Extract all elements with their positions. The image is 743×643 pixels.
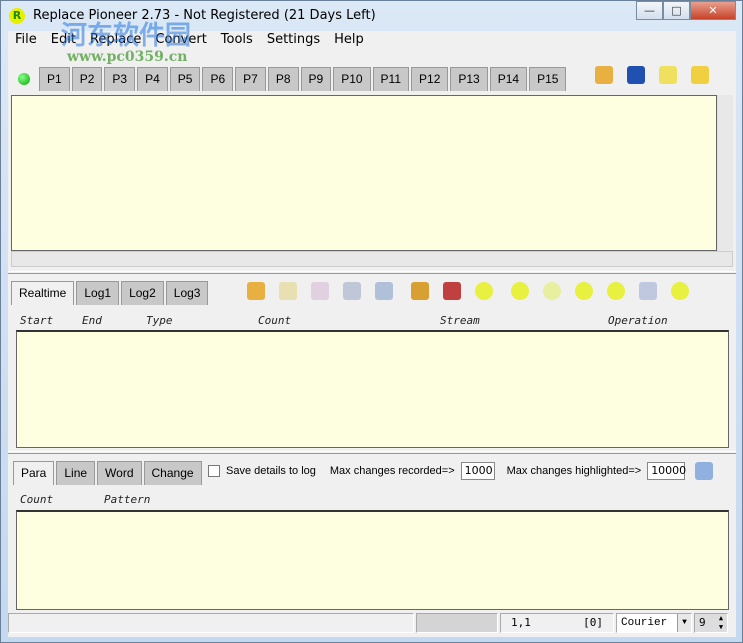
- editor-vertical-scrollbar[interactable]: [717, 95, 733, 251]
- max-highlighted-input[interactable]: 10000: [647, 462, 686, 480]
- minimize-button[interactable]: —: [636, 1, 663, 20]
- tab-change[interactable]: Change: [143, 461, 202, 485]
- col-stream: Stream: [440, 314, 480, 327]
- delete-log-icon[interactable]: [311, 282, 330, 300]
- editor-horizontal-scrollbar[interactable]: [11, 251, 733, 267]
- save-details-label: Save details to log: [226, 465, 316, 477]
- font-size-input[interactable]: 9: [699, 614, 706, 632]
- tab-p15[interactable]: P15: [529, 67, 567, 91]
- max-recorded-input[interactable]: 1000: [460, 462, 495, 480]
- open-log-icon[interactable]: [247, 282, 266, 300]
- tab-p2[interactable]: P2: [71, 67, 103, 91]
- close-button[interactable]: ✕: [690, 1, 736, 20]
- font-size-spinner-icon[interactable]: ▲ ▼: [715, 614, 727, 632]
- save-icon[interactable]: [627, 66, 646, 84]
- tab-log3[interactable]: Log3: [165, 281, 209, 305]
- tab-p11[interactable]: P11: [372, 67, 410, 91]
- menu-settings[interactable]: Settings: [260, 31, 327, 51]
- tab-p10[interactable]: P10: [333, 67, 371, 91]
- menu-bar: File Edit Replace Convert Tools Settings…: [8, 31, 736, 51]
- replace-disabled-icon[interactable]: [543, 282, 562, 300]
- app-icon: R: [9, 8, 25, 24]
- tab-p1[interactable]: P1: [39, 67, 70, 91]
- status-bar: 1,1 [0] Courier ▼ 9 ▲ ▼: [8, 613, 736, 635]
- tab-p5[interactable]: P5: [169, 67, 201, 91]
- status-progress: [416, 613, 498, 633]
- book-icon[interactable]: [443, 282, 462, 300]
- window-title: Replace Pioneer 2.73 - Not Registered (2…: [33, 8, 376, 23]
- app-window: R Replace Pioneer 2.73 - Not Registered …: [0, 0, 743, 643]
- replace-list-icon[interactable]: [575, 282, 594, 300]
- pattern-list[interactable]: [16, 510, 729, 610]
- change-count: [0]: [583, 616, 603, 629]
- col-pattern-count: Count: [20, 493, 54, 506]
- status-dot-icon: [18, 73, 30, 85]
- tab-para[interactable]: Para: [13, 461, 55, 485]
- menu-file[interactable]: File: [8, 31, 44, 51]
- cursor-position: 1,1: [511, 616, 531, 629]
- menu-replace[interactable]: Replace: [83, 31, 148, 51]
- open-folder-icon[interactable]: [595, 66, 614, 84]
- plugin-icon[interactable]: [411, 282, 430, 300]
- col-end: End: [82, 314, 102, 327]
- menu-convert[interactable]: Convert: [148, 31, 213, 51]
- copy-log-icon[interactable]: [343, 282, 362, 300]
- copy-icon[interactable]: [695, 462, 714, 480]
- tab-p6[interactable]: P6: [202, 67, 234, 91]
- max-highlighted-label: Max changes highlighted=>: [506, 465, 642, 477]
- find-replace-icon[interactable]: [475, 282, 494, 300]
- font-select[interactable]: Courier: [621, 614, 667, 632]
- menu-help[interactable]: Help: [327, 31, 371, 51]
- tab-p9[interactable]: P9: [300, 67, 332, 91]
- col-start: Start: [20, 314, 54, 327]
- tab-p12[interactable]: P12: [411, 67, 449, 91]
- replace-save-icon[interactable]: [607, 282, 626, 300]
- new-log-icon[interactable]: [279, 282, 298, 300]
- maximize-button[interactable]: □: [663, 1, 690, 20]
- replace-new-icon[interactable]: [511, 282, 530, 300]
- col-type: Type: [146, 314, 173, 327]
- grid-icon[interactable]: [639, 282, 658, 300]
- log-list[interactable]: [16, 330, 729, 448]
- max-recorded-label: Max changes recorded=>: [329, 465, 455, 477]
- editor-area[interactable]: [11, 95, 717, 251]
- log-tabs: Realtime Log1 Log2 Log3: [11, 281, 696, 305]
- tab-realtime[interactable]: Realtime: [11, 281, 75, 305]
- col-operation: Operation: [608, 314, 668, 327]
- pattern-tabs: Para Line Word Change: [13, 461, 204, 485]
- status-message: [8, 613, 414, 633]
- tab-p3[interactable]: P3: [104, 67, 136, 91]
- save-details-checkbox[interactable]: [208, 465, 220, 477]
- page-tabs: P1 P2 P3 P4 P5 P6 P7 P8 P9 P10 P11 P12 P…: [8, 66, 716, 91]
- client-area: File Edit Replace Convert Tools Settings…: [8, 31, 736, 637]
- tab-line[interactable]: Line: [56, 461, 96, 485]
- tab-p13[interactable]: P13: [450, 67, 488, 91]
- tab-p7[interactable]: P7: [235, 67, 266, 91]
- splitter-bottom[interactable]: [8, 451, 736, 454]
- close-page-icon[interactable]: [659, 66, 678, 84]
- tab-log2[interactable]: Log2: [121, 281, 164, 305]
- tab-p4[interactable]: P4: [137, 67, 168, 91]
- menu-tools[interactable]: Tools: [214, 31, 260, 51]
- menu-edit[interactable]: Edit: [44, 31, 83, 51]
- tab-p14[interactable]: P14: [489, 67, 528, 91]
- col-count: Count: [258, 314, 292, 327]
- col-pattern: Pattern: [104, 493, 151, 506]
- tab-p8[interactable]: P8: [267, 67, 299, 91]
- close-all-icon[interactable]: [691, 66, 710, 84]
- tab-log1[interactable]: Log1: [76, 281, 120, 305]
- font-dropdown-arrow-icon[interactable]: ▼: [677, 614, 691, 632]
- check-log-icon[interactable]: [375, 282, 394, 300]
- title-bar: R Replace Pioneer 2.73 - Not Registered …: [1, 1, 742, 31]
- splitter-top[interactable]: [8, 271, 736, 274]
- tab-word[interactable]: Word: [97, 461, 142, 485]
- search-replace-icon[interactable]: [671, 282, 690, 300]
